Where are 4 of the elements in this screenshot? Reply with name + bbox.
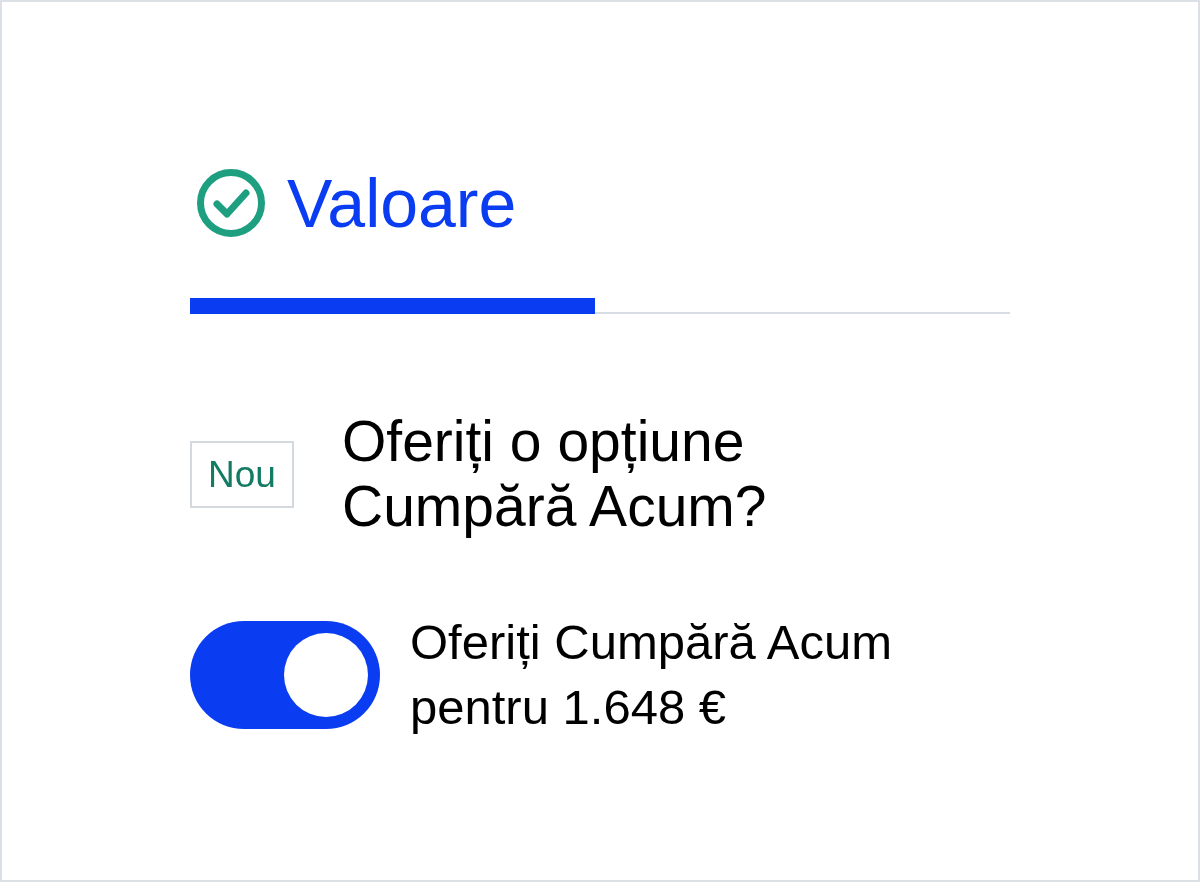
new-badge: Nou xyxy=(190,440,294,508)
toggle-label: Oferiți Cumpără Acum pentru 1.648 € xyxy=(410,614,893,736)
section-title: Valoare xyxy=(287,169,517,237)
question-text: Oferiți o opțiune Cumpără Acum? xyxy=(342,409,768,539)
